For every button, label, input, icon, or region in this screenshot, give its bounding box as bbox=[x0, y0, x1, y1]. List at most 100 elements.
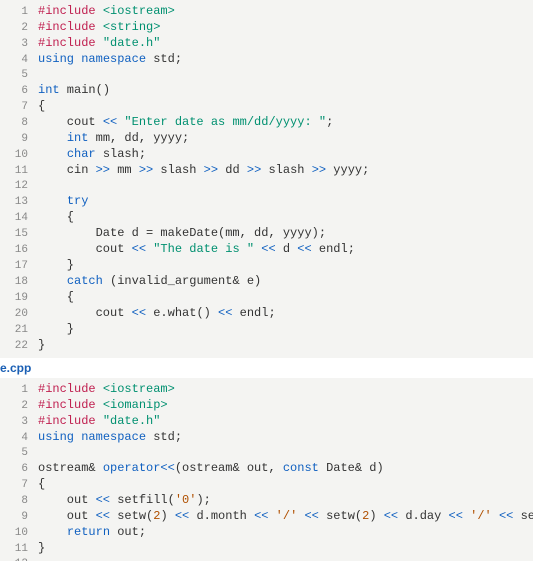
line-number: 1 bbox=[0, 5, 38, 20]
line-number: 9 bbox=[0, 510, 38, 525]
line-code: { bbox=[38, 477, 533, 492]
line-code: using namespace std; bbox=[38, 430, 533, 445]
line-code: return out; bbox=[38, 525, 533, 540]
line-number: 13 bbox=[0, 195, 38, 210]
line-number: 10 bbox=[0, 526, 38, 541]
line-number: 5 bbox=[0, 446, 38, 461]
line-number: 11 bbox=[0, 164, 38, 179]
code-line: 6ostream& operator<<(ostream& out, const… bbox=[0, 461, 533, 477]
code-line: 1#include <iostream> bbox=[0, 382, 533, 398]
code-line: 6int main() bbox=[0, 83, 533, 99]
line-number: 3 bbox=[0, 415, 38, 430]
code-line: 17 } bbox=[0, 258, 533, 274]
line-number: 14 bbox=[0, 211, 38, 226]
code-line: 9 out << setw(2) << d.month << '/' << se… bbox=[0, 509, 533, 525]
code-line: 5 bbox=[0, 68, 533, 83]
line-number: 2 bbox=[0, 399, 38, 414]
line-number: 20 bbox=[0, 307, 38, 322]
code-line: 9 int mm, dd, yyyy; bbox=[0, 131, 533, 147]
line-number: 5 bbox=[0, 68, 38, 83]
code-line: 8 out << setfill('0'); bbox=[0, 493, 533, 509]
code-line: 10 char slash; bbox=[0, 147, 533, 163]
line-number: 12 bbox=[0, 557, 38, 561]
line-code: { bbox=[38, 210, 533, 225]
line-code: Date d = makeDate(mm, dd, yyyy); bbox=[38, 226, 533, 241]
code-line: 7{ bbox=[0, 99, 533, 115]
line-number: 6 bbox=[0, 84, 38, 99]
line-number: 4 bbox=[0, 431, 38, 446]
code-line: 2#include <string> bbox=[0, 20, 533, 36]
code-line: 3#include "date.h" bbox=[0, 36, 533, 52]
line-number: 19 bbox=[0, 291, 38, 306]
code-line: 22} bbox=[0, 338, 533, 354]
line-code: } bbox=[38, 338, 533, 353]
code-line: 19 { bbox=[0, 290, 533, 306]
code-line: 20 cout << e.what() << endl; bbox=[0, 306, 533, 322]
line-code: #include <iomanip> bbox=[38, 398, 533, 413]
line-number: 15 bbox=[0, 227, 38, 242]
filename-label: e.cpp bbox=[0, 358, 533, 378]
line-number: 1 bbox=[0, 383, 38, 398]
line-number: 21 bbox=[0, 323, 38, 338]
code-line: 12 bbox=[0, 179, 533, 194]
line-number: 7 bbox=[0, 478, 38, 493]
code-line: 4using namespace std; bbox=[0, 52, 533, 68]
code-line: 1#include <iostream> bbox=[0, 4, 533, 20]
code-line: 11 cin >> mm >> slash >> dd >> slash >> … bbox=[0, 163, 533, 179]
line-number: 18 bbox=[0, 275, 38, 290]
line-number: 4 bbox=[0, 53, 38, 68]
line-number: 8 bbox=[0, 116, 38, 131]
line-code: out << setw(2) << d.month << '/' << setw… bbox=[38, 509, 533, 524]
line-code: #include <iostream> bbox=[38, 382, 533, 397]
line-code: cout << "Enter date as mm/dd/yyyy: "; bbox=[38, 115, 533, 130]
line-code: catch (invalid_argument& e) bbox=[38, 274, 533, 289]
code-block-1: 1#include <iostream>2#include <string>3#… bbox=[0, 0, 533, 358]
code-line: 7{ bbox=[0, 477, 533, 493]
line-code: cout << e.what() << endl; bbox=[38, 306, 533, 321]
code-line: 16 cout << "The date is " << d << endl; bbox=[0, 242, 533, 258]
code-line: 13 try bbox=[0, 194, 533, 210]
line-code: using namespace std; bbox=[38, 52, 533, 67]
code-line: 3#include "date.h" bbox=[0, 414, 533, 430]
code-line: 10 return out; bbox=[0, 525, 533, 541]
code-line: 14 { bbox=[0, 210, 533, 226]
code-block-2: 1#include <iostream>2#include <iomanip>3… bbox=[0, 378, 533, 561]
line-code: { bbox=[38, 99, 533, 114]
line-code: cout << "The date is " << d << endl; bbox=[38, 242, 533, 257]
line-number: 3 bbox=[0, 37, 38, 52]
line-code: { bbox=[38, 290, 533, 305]
line-code: int main() bbox=[38, 83, 533, 98]
code-line: 2#include <iomanip> bbox=[0, 398, 533, 414]
code-line: 21 } bbox=[0, 322, 533, 338]
line-code: #include <string> bbox=[38, 20, 533, 35]
line-code: } bbox=[38, 258, 533, 273]
code-line: 11} bbox=[0, 541, 533, 557]
code-line: 18 catch (invalid_argument& e) bbox=[0, 274, 533, 290]
line-number: 10 bbox=[0, 148, 38, 163]
line-number: 2 bbox=[0, 21, 38, 36]
line-code: } bbox=[38, 322, 533, 337]
code-line: 15 Date d = makeDate(mm, dd, yyyy); bbox=[0, 226, 533, 242]
line-number: 8 bbox=[0, 494, 38, 509]
line-number: 9 bbox=[0, 132, 38, 147]
line-code: ostream& operator<<(ostream& out, const … bbox=[38, 461, 533, 476]
line-code: #include "date.h" bbox=[38, 414, 533, 429]
line-number: 11 bbox=[0, 542, 38, 557]
line-code: out << setfill('0'); bbox=[38, 493, 533, 508]
code-line: 4using namespace std; bbox=[0, 430, 533, 446]
line-code: cin >> mm >> slash >> dd >> slash >> yyy… bbox=[38, 163, 533, 178]
line-number: 7 bbox=[0, 100, 38, 115]
line-number: 22 bbox=[0, 339, 38, 354]
line-number: 6 bbox=[0, 462, 38, 477]
line-code: try bbox=[38, 194, 533, 209]
line-code: int mm, dd, yyyy; bbox=[38, 131, 533, 146]
line-code: #include <iostream> bbox=[38, 4, 533, 19]
code-line: 12 bbox=[0, 557, 533, 561]
line-code: char slash; bbox=[38, 147, 533, 162]
code-line: 8 cout << "Enter date as mm/dd/yyyy: "; bbox=[0, 115, 533, 131]
line-number: 12 bbox=[0, 179, 38, 194]
code-line: 5 bbox=[0, 446, 533, 461]
line-number: 17 bbox=[0, 259, 38, 274]
line-code: #include "date.h" bbox=[38, 36, 533, 51]
line-number: 16 bbox=[0, 243, 38, 258]
